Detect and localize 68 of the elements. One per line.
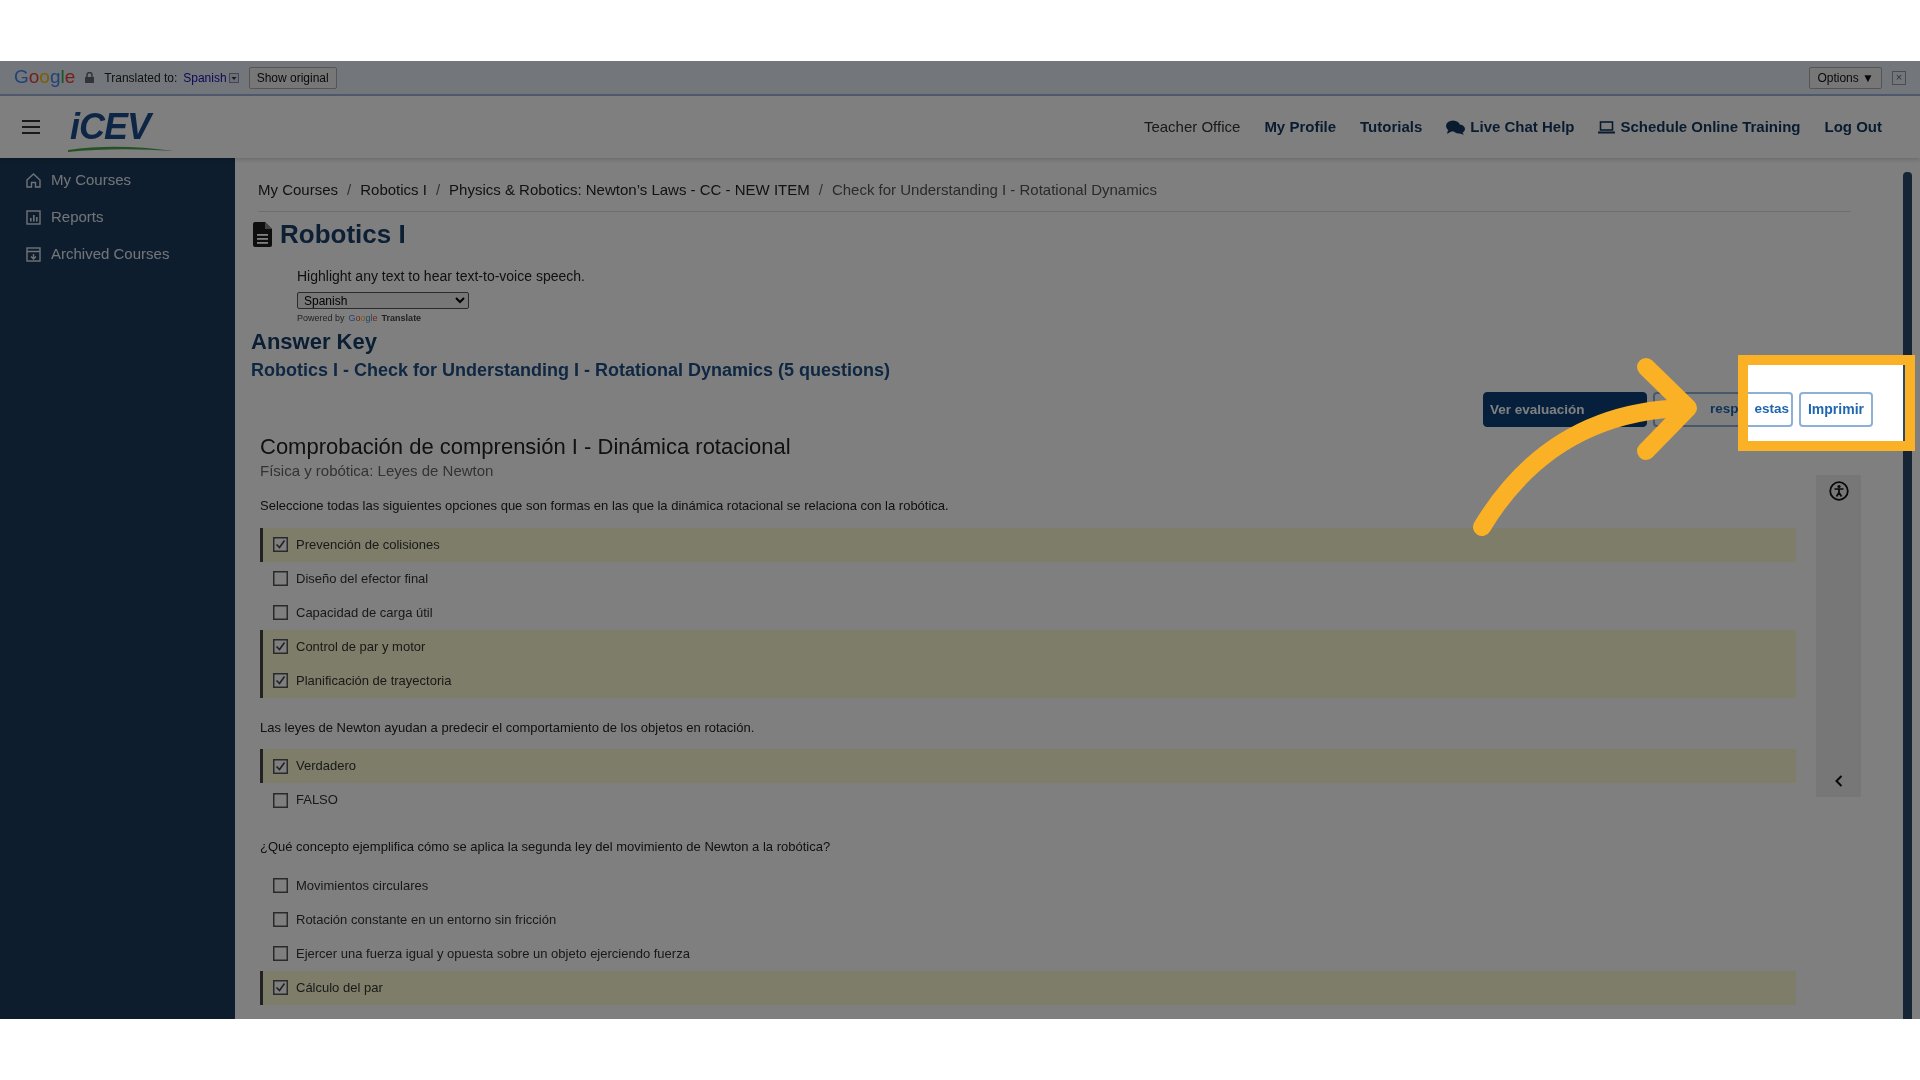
- translate-label: Translate: [381, 311, 422, 325]
- google-logo: Google: [14, 65, 76, 90]
- answer-option: Cálculo del par: [260, 970, 1796, 1005]
- tts-hint: Highlight any text to hear text-to-voice speech.: [297, 266, 586, 286]
- document-icon: [253, 221, 272, 247]
- language-select[interactable]: Spanish: [297, 291, 469, 309]
- accessibility-icon[interactable]: [1828, 481, 1849, 502]
- nav-link[interactable]: Teacher Office: [1143, 115, 1241, 139]
- powered-by-text: Powered by: [297, 311, 345, 325]
- home-icon: [26, 173, 41, 188]
- answer-option: Prevención de colisiones: [260, 527, 1796, 562]
- quiz-title: Comprobación de comprensión I - Dinámica rotacional: [260, 435, 792, 460]
- question-text: Seleccione todas las siguientes opciones que son formas en las que la dinámica rotacional se relaciona con la robótica.: [260, 497, 950, 516]
- nav-link[interactable]: My Profile: [1264, 115, 1337, 139]
- checkbox[interactable]: [273, 639, 288, 655]
- laptop-icon: [1598, 120, 1616, 134]
- answer-option: Verdadero: [260, 749, 1796, 784]
- breadcrumb-separator: /: [435, 180, 441, 200]
- chevron-left-icon[interactable]: [1834, 775, 1843, 788]
- page-title: Robotics I: [280, 217, 406, 251]
- action-button[interactable]: Imprimir: [1799, 392, 1873, 428]
- checkbox[interactable]: [273, 792, 288, 808]
- assessment-title: Robotics I - Check for Understanding I - Rotational Dynamics (5 questions): [251, 359, 892, 383]
- question-text: ¿Qué concepto ejemplifica cómo se aplica la segunda ley del movimiento de Newton a la robótica?: [260, 838, 832, 857]
- nav-link[interactable]: Tutorials: [1360, 115, 1423, 139]
- chart-icon: [26, 210, 41, 225]
- checkbox[interactable]: [273, 605, 288, 621]
- answer-option: Rotación constante en un entorno sin fricción: [260, 902, 1796, 937]
- checkbox[interactable]: [273, 673, 288, 689]
- question-text: Las leyes de Newton ayudan a predecir el comportamiento de los objetos en rotación.: [260, 718, 756, 737]
- breadcrumb-separator: /: [347, 180, 352, 200]
- nav-link[interactable]: Log Out: [1824, 115, 1882, 139]
- breadcrumb-link[interactable]: Robotics I: [360, 179, 427, 202]
- show-original-button[interactable]: Show original: [248, 66, 337, 89]
- answer-option: Control de par y motor: [260, 629, 1796, 664]
- sidebar-item[interactable]: Archived Courses: [0, 236, 235, 273]
- answer-option: Movimientos circulares: [260, 868, 1796, 903]
- breadcrumb-current: Check for Understanding I - Rotational Dynamics: [831, 180, 1158, 200]
- answer-option: Ejercer una fuerza igual y opuesta sobre un objeto ejerciendo fuerza: [260, 936, 1796, 971]
- checkbox[interactable]: [273, 537, 288, 553]
- breadcrumb-link[interactable]: Physics & Robotics: Newton’s Laws - CC - NEW ITEM: [449, 179, 810, 202]
- breadcrumb-separator: /: [818, 180, 823, 200]
- sidebar-item[interactable]: Reports: [0, 199, 235, 236]
- quiz-subtitle: Física y robótica: Leyes de Newton: [260, 460, 495, 481]
- nav-link[interactable]: Schedule Online Training: [1598, 115, 1801, 139]
- dropdown-icon: [228, 72, 239, 83]
- lock-icon: [85, 72, 95, 83]
- archive-icon: [26, 247, 41, 262]
- checkbox[interactable]: [273, 571, 288, 587]
- options-button[interactable]: Options ▼: [1809, 66, 1882, 89]
- section-heading: Answer Key: [251, 329, 378, 356]
- menu-icon: [22, 120, 40, 134]
- google-logo: Google: [348, 311, 378, 325]
- checkbox[interactable]: [273, 878, 288, 894]
- answer-option: FALSO: [260, 783, 1796, 818]
- translated-label: Translated to:: [104, 69, 178, 87]
- language-link[interactable]: Spanish: [183, 68, 227, 87]
- scrollbar-thumb[interactable]: [1903, 172, 1912, 1019]
- answer-option: Planificación de trayectoria: [260, 663, 1796, 698]
- chat-icon: [1446, 119, 1466, 135]
- checkbox[interactable]: [273, 946, 288, 962]
- close-button[interactable]: ×: [1892, 70, 1906, 85]
- checkbox[interactable]: [273, 980, 288, 996]
- checkbox[interactable]: [273, 912, 288, 928]
- sidebar-item[interactable]: My Courses: [0, 162, 235, 199]
- checkbox[interactable]: [273, 758, 288, 774]
- breadcrumb-link[interactable]: My Courses: [258, 179, 339, 202]
- answer-option: Capacidad de carga útil: [260, 595, 1796, 630]
